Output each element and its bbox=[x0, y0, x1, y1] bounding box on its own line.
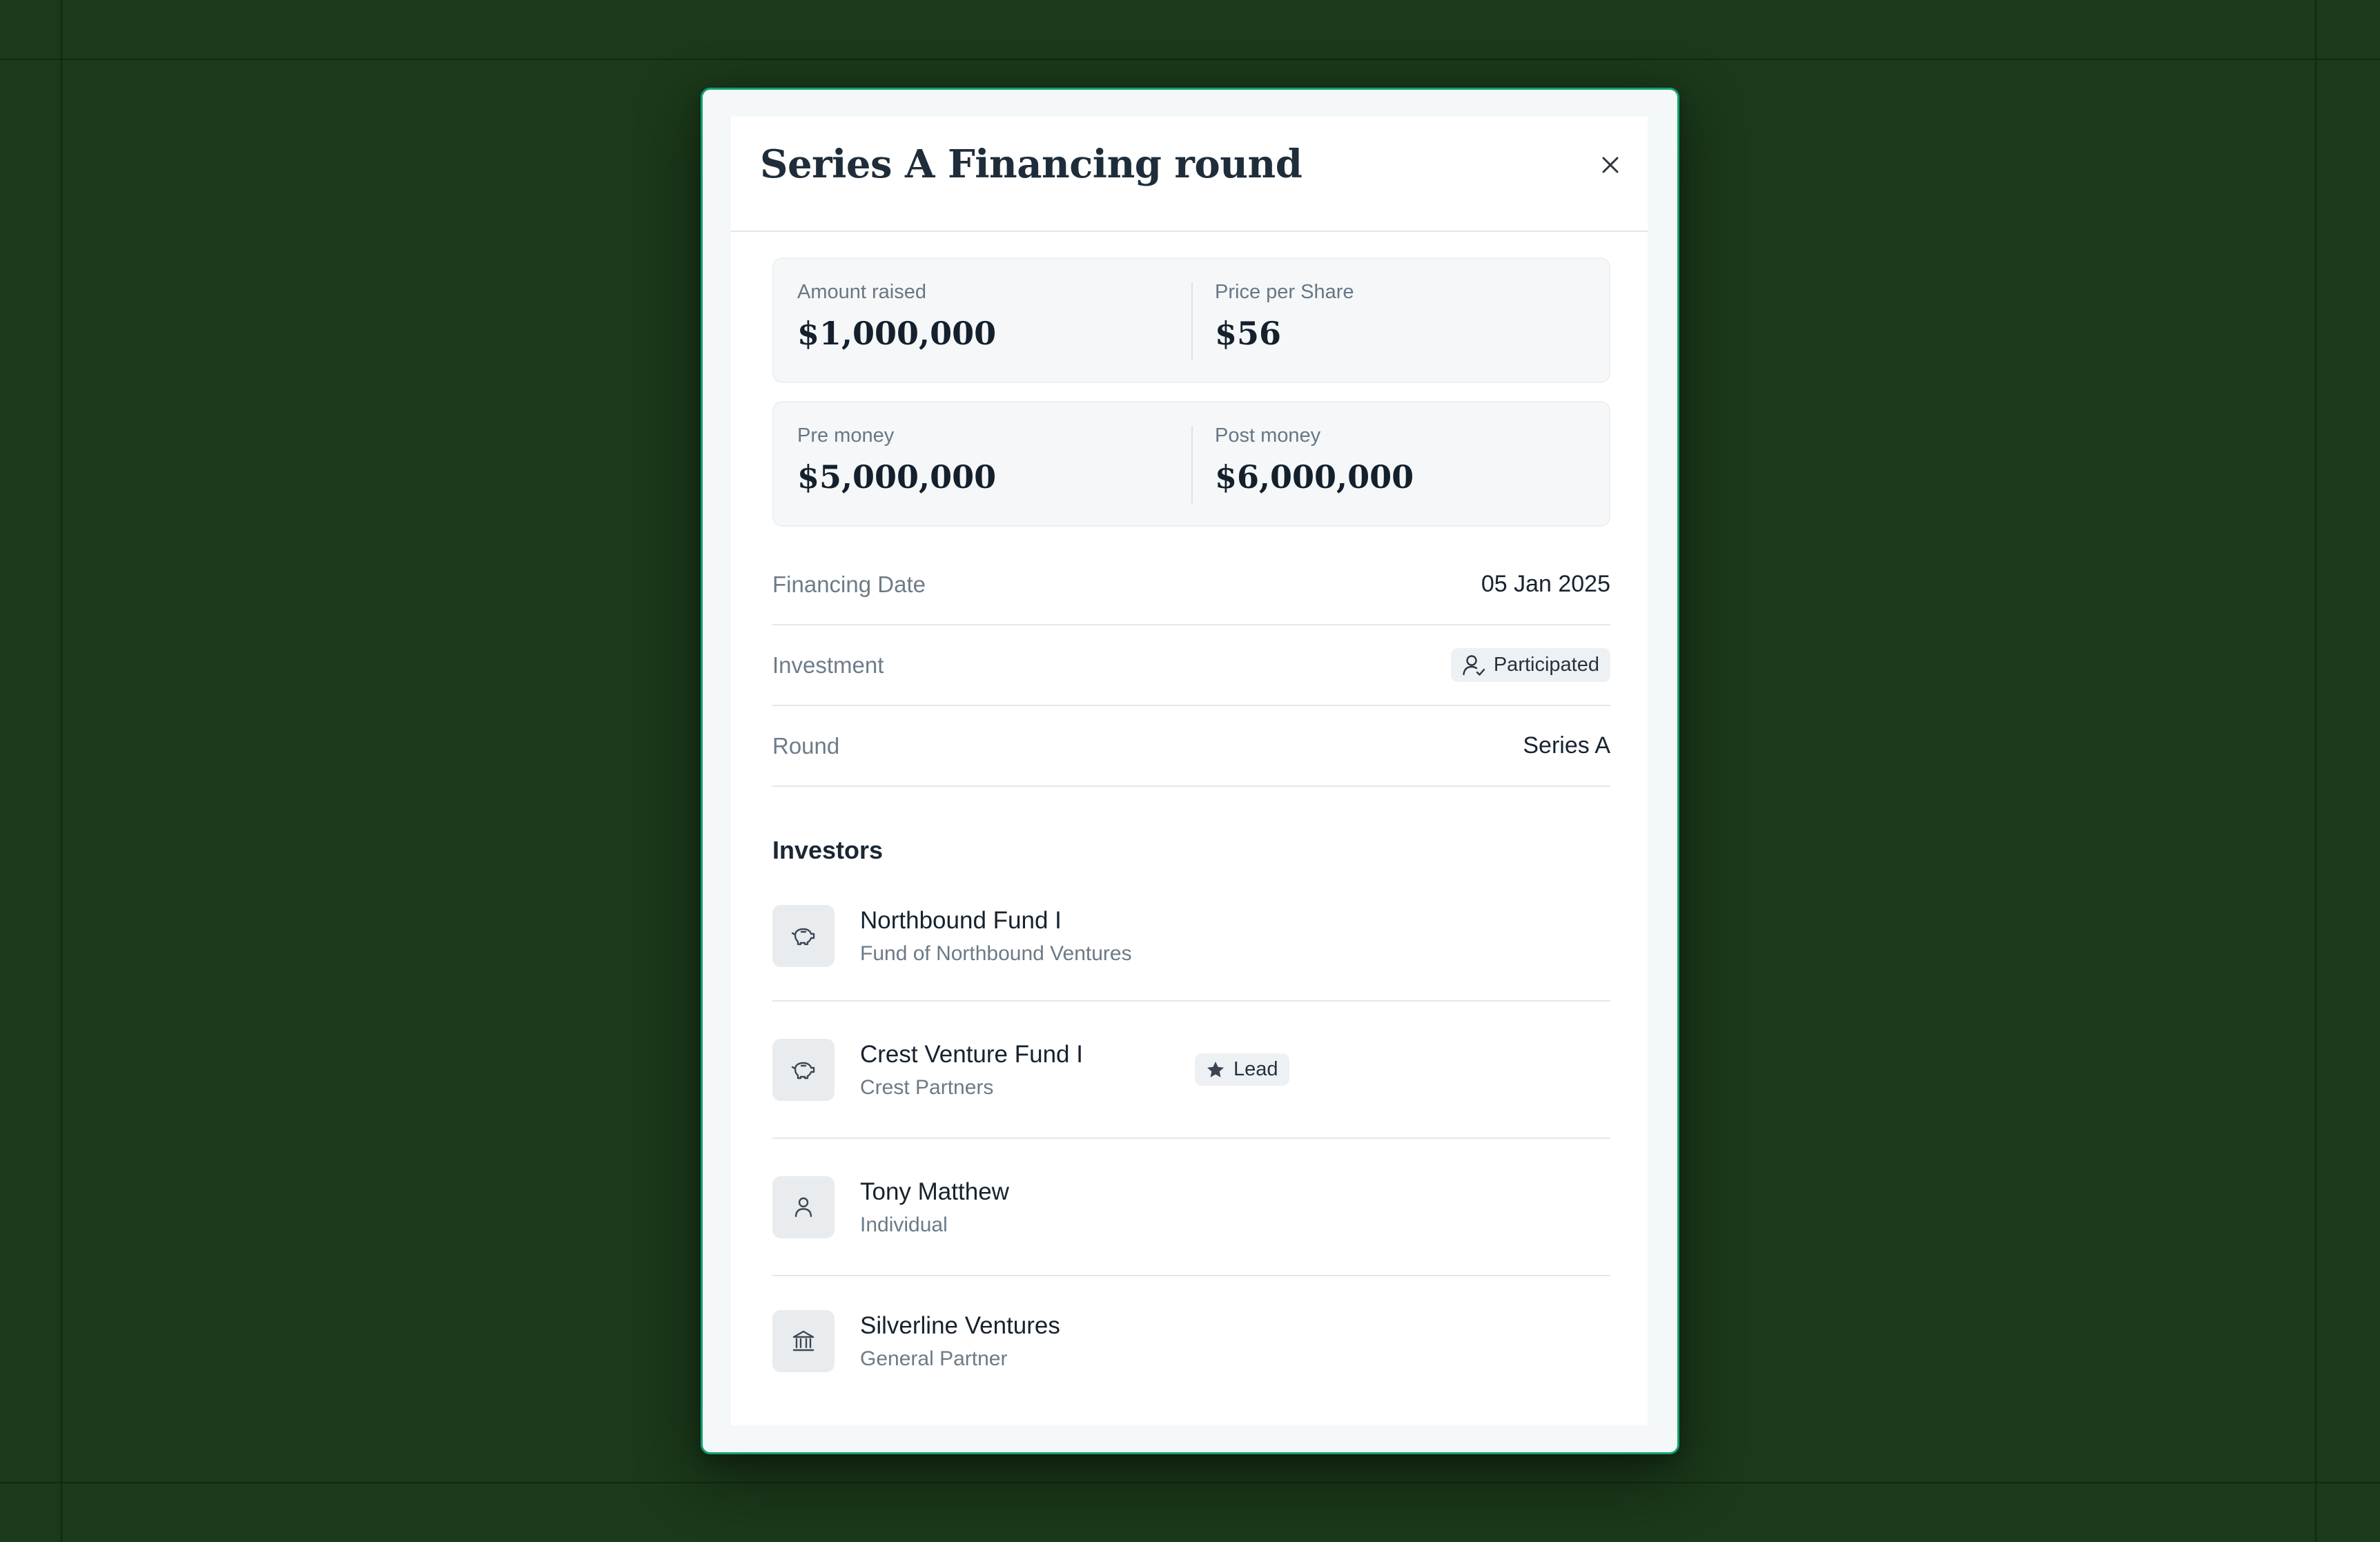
lead-badge: Lead bbox=[1195, 1053, 1289, 1086]
investor-avatar bbox=[772, 1038, 835, 1101]
investor-row[interactable]: Tony Matthew Individual bbox=[772, 1139, 1610, 1276]
detail-row-round: Round Series A bbox=[772, 706, 1610, 787]
investors-list: Northbound Fund I Fund of Northbound Ven… bbox=[772, 871, 1610, 1406]
investor-subtitle: General Partner bbox=[860, 1347, 1008, 1370]
stats-card-valuation: Pre money $5,000,000 Post money $6,000,0… bbox=[772, 401, 1610, 527]
modal-body: Amount raised $1,000,000 Price per Share… bbox=[772, 257, 1610, 1406]
modal-header: Series A Financing round bbox=[731, 117, 1648, 232]
piggy-bank-icon bbox=[791, 1062, 815, 1079]
investor-info: Crest Venture Fund I Crest Partners bbox=[860, 1040, 1083, 1100]
close-button[interactable] bbox=[1590, 144, 1631, 186]
close-icon bbox=[1602, 157, 1619, 173]
investor-name: Tony Matthew bbox=[860, 1178, 1009, 1205]
investors-heading: Investors bbox=[772, 836, 884, 864]
stat-label: Price per Share bbox=[1215, 281, 1354, 303]
investor-subtitle: Crest Partners bbox=[860, 1075, 994, 1099]
investor-name: Silverline Ventures bbox=[860, 1312, 1060, 1339]
investor-name: Northbound Fund I bbox=[860, 906, 1062, 934]
piggy-bank-icon bbox=[791, 928, 815, 945]
investor-avatar bbox=[772, 904, 835, 967]
stat-amount-raised: Amount raised $1,000,000 bbox=[774, 259, 1191, 382]
stat-value: $1,000,000 bbox=[797, 315, 997, 352]
investor-subtitle: Fund of Northbound Ventures bbox=[860, 941, 1132, 965]
investor-name: Crest Venture Fund I bbox=[860, 1040, 1083, 1068]
participated-badge: Participated bbox=[1450, 648, 1610, 682]
detail-value: 05 Jan 2025 bbox=[1481, 571, 1610, 597]
detail-label: Financing Date bbox=[772, 571, 926, 597]
detail-label: Investment bbox=[772, 652, 884, 678]
detail-row-investment: Investment Participated bbox=[772, 625, 1610, 706]
detail-row-financing-date: Financing Date 05 Jan 2025 bbox=[772, 545, 1610, 625]
badge-label: Participated bbox=[1493, 654, 1599, 676]
stat-value: $6,000,000 bbox=[1215, 458, 1414, 496]
financing-round-modal: Series A Financing round Amount raised $… bbox=[731, 117, 1648, 1425]
background-gridline bbox=[61, 0, 62, 1542]
stat-label: Post money bbox=[1215, 424, 1321, 447]
stat-label: Amount raised bbox=[797, 281, 926, 303]
detail-label: Round bbox=[772, 732, 840, 759]
investor-row[interactable]: Silverline Ventures General Partner bbox=[772, 1276, 1610, 1406]
investor-avatar bbox=[772, 1310, 835, 1372]
background-gridline bbox=[2315, 0, 2316, 1542]
stat-value: $5,000,000 bbox=[797, 458, 997, 496]
investor-info: Silverline Ventures General Partner bbox=[860, 1311, 1060, 1371]
background-gridline bbox=[0, 1482, 2380, 1483]
background-gridline bbox=[0, 59, 2380, 60]
investor-info: Tony Matthew Individual bbox=[860, 1178, 1009, 1237]
stat-pre-money: Pre money $5,000,000 bbox=[774, 402, 1191, 525]
detail-value: Series A bbox=[1523, 732, 1610, 759]
user-check-icon bbox=[1463, 654, 1485, 676]
investor-avatar bbox=[772, 1175, 835, 1238]
stat-label: Pre money bbox=[797, 424, 895, 447]
investor-subtitle: Individual bbox=[860, 1213, 948, 1236]
stat-post-money: Post money $6,000,000 bbox=[1191, 402, 1609, 525]
stat-value: $56 bbox=[1215, 315, 1282, 352]
investor-row[interactable]: Northbound Fund I Fund of Northbound Ven… bbox=[772, 871, 1610, 1002]
stats-card-funding: Amount raised $1,000,000 Price per Share… bbox=[772, 257, 1610, 383]
user-icon bbox=[794, 1197, 812, 1217]
bank-icon bbox=[792, 1330, 815, 1351]
investor-info: Northbound Fund I Fund of Northbound Ven… bbox=[860, 906, 1132, 966]
modal-title: Series A Financing round bbox=[760, 141, 1303, 187]
stat-price-per-share: Price per Share $56 bbox=[1191, 259, 1609, 382]
star-icon bbox=[1207, 1061, 1224, 1077]
badge-label: Lead bbox=[1233, 1058, 1278, 1080]
investor-row[interactable]: Crest Venture Fund I Crest Partners Lead bbox=[772, 1002, 1610, 1139]
